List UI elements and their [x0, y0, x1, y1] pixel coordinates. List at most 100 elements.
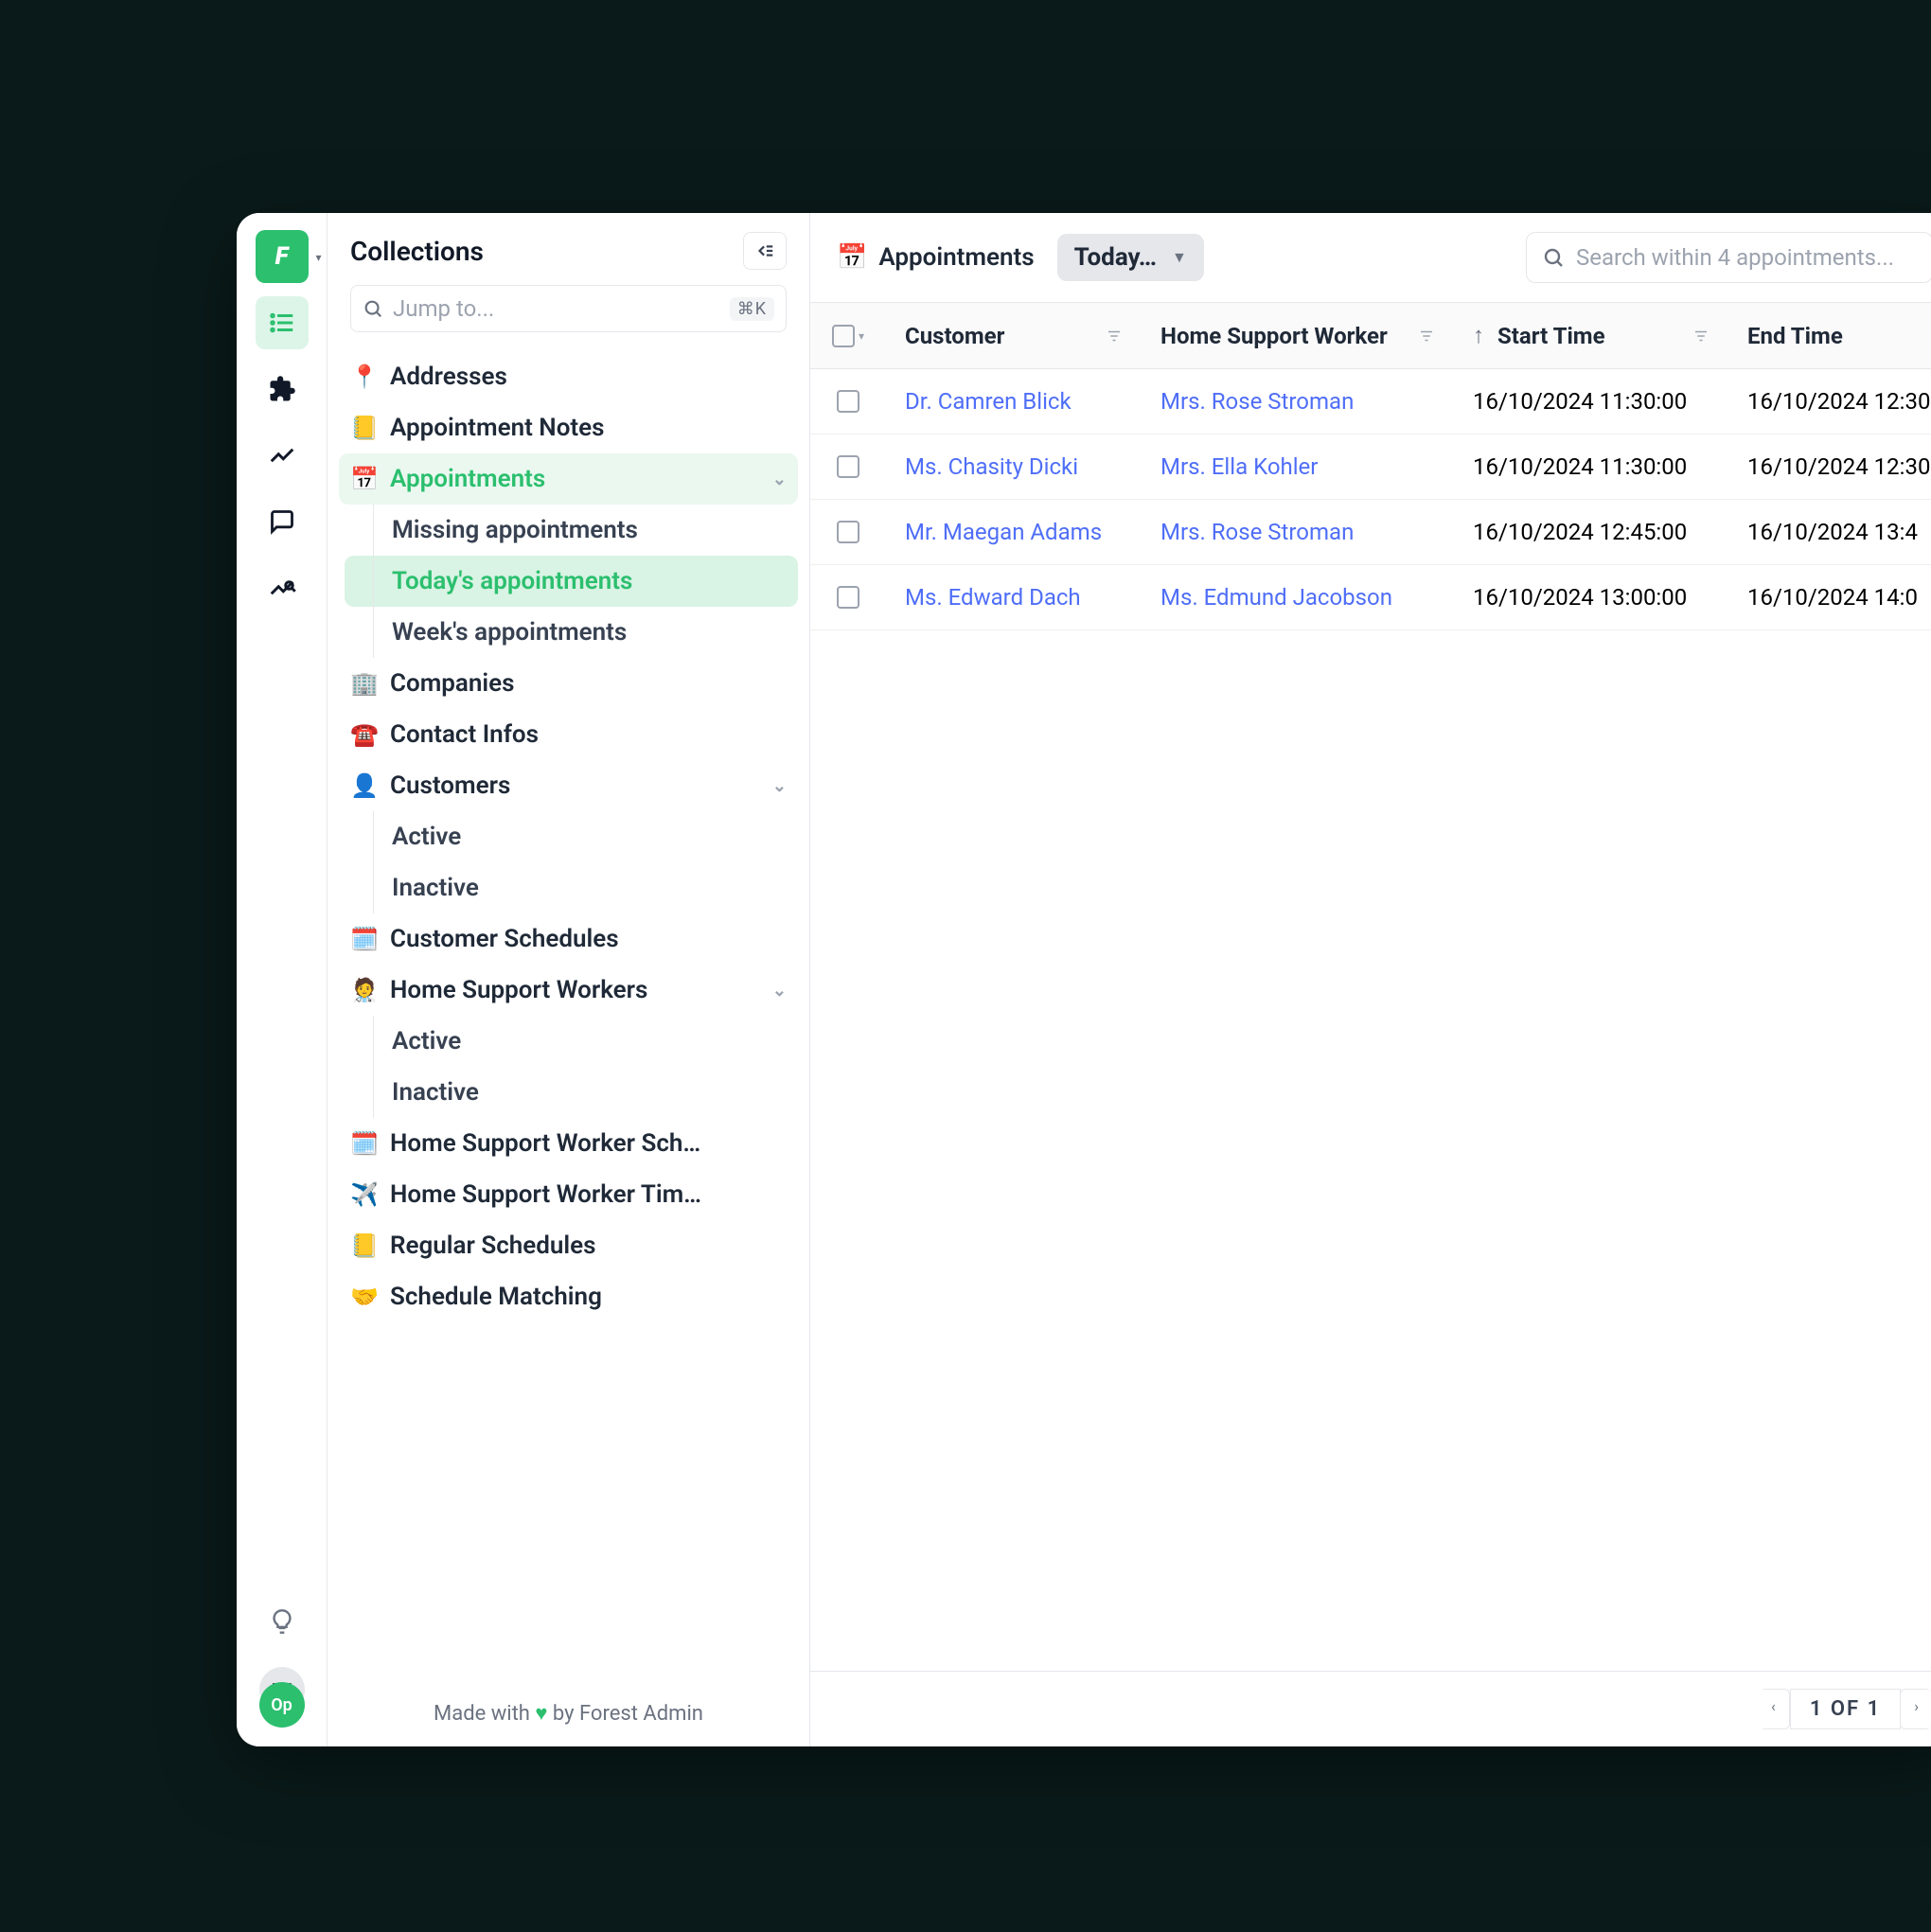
pager-prev-button[interactable]: ‹ [1758, 1689, 1790, 1729]
rail-plugins-icon[interactable] [256, 363, 309, 416]
chevron-down-icon: ⌄ [772, 776, 787, 796]
breadcrumb[interactable]: 📅 Appointments [837, 243, 1035, 272]
cell-start: 16/10/2024 11:30:00 [1454, 369, 1728, 434]
search-input[interactable]: Search within 4 appointments... [1526, 232, 1931, 283]
row-checkbox[interactable] [810, 371, 886, 432]
sidebar-item-label: Addresses [390, 363, 507, 391]
filter-icon[interactable] [1106, 328, 1123, 345]
filter-icon[interactable] [1418, 328, 1435, 345]
row-checkbox[interactable] [810, 502, 886, 562]
column-header-worker[interactable]: Home Support Worker [1142, 304, 1454, 368]
table-row[interactable]: Dr. Camren BlickMrs. Rose Stroman16/10/2… [810, 369, 1931, 434]
sidebar-child-item[interactable]: Active [345, 1016, 798, 1067]
sidebar-item-label: Schedule Matching [390, 1283, 602, 1311]
collection-icon: 🧑‍⚕️ [350, 977, 377, 1003]
rail-activity-icon[interactable] [256, 429, 309, 482]
pagination: ‹ 1 OF 1 › [810, 1671, 1931, 1746]
filter-icon[interactable] [1692, 328, 1710, 345]
row-checkbox[interactable] [810, 567, 886, 628]
table-row[interactable]: Ms. Chasity DickiMrs. Ella Kohler16/10/2… [810, 434, 1931, 500]
sidebar-child-item[interactable]: Inactive [345, 862, 798, 913]
chevron-down-icon: ⌄ [772, 981, 787, 1001]
sidebar-item-label: Regular Schedules [390, 1232, 596, 1260]
cell-worker[interactable]: Ms. Edmund Jacobson [1142, 565, 1454, 629]
cell-customer[interactable]: Dr. Camren Blick [886, 369, 1142, 434]
sidebar-child-item[interactable]: Today's appointments [345, 556, 798, 607]
column-header-start[interactable]: ↑ Start Time [1454, 303, 1728, 368]
cell-start: 16/10/2024 13:00:00 [1454, 565, 1728, 629]
table-row[interactable]: Mr. Maegan AdamsMrs. Rose Stroman16/10/2… [810, 500, 1931, 565]
sort-asc-icon: ↑ [1473, 322, 1484, 349]
pager-next-button[interactable]: › [1900, 1689, 1931, 1729]
sidebar-item[interactable]: 🏢Companies [339, 658, 798, 709]
logo-dropdown-caret[interactable]: ▾ [315, 251, 321, 264]
column-header-end[interactable]: End Time [1728, 304, 1931, 368]
rail-help-icon[interactable] [256, 1595, 309, 1648]
sidebar-item-label: Home Support Workers [390, 976, 647, 1004]
cell-worker[interactable]: Mrs. Ella Kohler [1142, 434, 1454, 499]
rail-analytics-icon[interactable] [256, 561, 309, 614]
search-placeholder: Search within 4 appointments... [1576, 244, 1894, 271]
sidebar-item[interactable]: 📒Regular Schedules [339, 1220, 798, 1271]
collection-icon: ☎️ [350, 721, 377, 748]
jump-to-shortcut: ⌘K [730, 297, 774, 321]
collection-tree: 📍 Addresses 📒Appointment Notes📅Appointment… [328, 346, 809, 1679]
jump-to-placeholder: Jump to... [393, 295, 720, 322]
chevron-down-icon[interactable]: ▾ [859, 329, 864, 343]
main-panel: 📅 Appointments Today… ▼ Search within 4 … [810, 213, 1931, 1746]
collection-icon: 🤝 [350, 1284, 377, 1310]
sidebar-child-item[interactable]: Missing appointments [345, 505, 798, 556]
select-all-checkbox[interactable]: ▾ [810, 306, 886, 366]
jump-to-input[interactable]: Jump to... ⌘K [350, 285, 787, 332]
cell-start: 16/10/2024 11:30:00 [1454, 434, 1728, 499]
cell-customer[interactable]: Mr. Maegan Adams [886, 500, 1142, 564]
search-icon [1542, 246, 1565, 269]
sidebar-item[interactable]: 🗓️ Customer Schedules [339, 913, 798, 965]
search-icon [363, 298, 383, 319]
table-row[interactable]: Ms. Edward DachMs. Edmund Jacobson16/10/… [810, 565, 1931, 630]
sidebar-item[interactable]: 👤Customers⌄ [339, 760, 798, 811]
cell-worker[interactable]: Mrs. Rose Stroman [1142, 369, 1454, 434]
sidebar-item[interactable]: 📒Appointment Notes [339, 402, 798, 453]
row-checkbox[interactable] [810, 436, 886, 497]
collection-icon: 📍 [350, 363, 377, 390]
sidebar-item[interactable]: 🧑‍⚕️ Home Support Workers ⌄ [339, 965, 798, 1016]
sidebar-item[interactable]: 🤝 Schedule Matching [339, 1271, 798, 1322]
sidebar-collapse-button[interactable] [743, 232, 787, 270]
breadcrumb-label: Appointments [878, 243, 1034, 272]
segment-label: Today… [1074, 243, 1157, 272]
sidebar-item-label: Home Support Worker Tim… [390, 1180, 701, 1209]
sidebar-title: Collections [350, 236, 484, 267]
avatar-primary: Op [259, 1682, 305, 1728]
cell-customer[interactable]: Ms. Chasity Dicki [886, 434, 1142, 499]
nav-rail: F ▾ EK Op [237, 213, 328, 1746]
table-header: ▾ Customer Home Support Worker ↑ Start T… [810, 303, 1931, 369]
sidebar-item[interactable]: 📍 Addresses [339, 351, 798, 402]
app-logo[interactable]: F [256, 230, 309, 283]
sidebar-item[interactable]: 📅Appointments⌄ [339, 453, 798, 505]
sidebar-child-item[interactable]: Active [345, 811, 798, 862]
sidebar-child-item[interactable]: Week's appointments [345, 607, 798, 658]
sidebar-item-label: Customer Schedules [390, 925, 619, 953]
sidebar-item[interactable]: 🗓️Home Support Worker Sch… [339, 1118, 798, 1169]
collection-icon: 🗓️ [350, 926, 377, 952]
cell-worker[interactable]: Mrs. Rose Stroman [1142, 500, 1454, 564]
chevron-down-icon: ▼ [1172, 248, 1187, 267]
cell-customer[interactable]: Ms. Edward Dach [886, 565, 1142, 629]
cell-end: 16/10/2024 12:30 [1728, 369, 1931, 434]
pager-info: 1 OF 1 [1790, 1689, 1901, 1729]
column-header-customer[interactable]: Customer [886, 304, 1142, 368]
sidebar-child-item[interactable]: Inactive [345, 1067, 798, 1118]
cell-end: 16/10/2024 12:30 [1728, 434, 1931, 499]
sidebar-item-label: Contact Infos [390, 720, 539, 749]
user-avatar-stack[interactable]: EK Op [256, 1667, 309, 1728]
segment-dropdown[interactable]: Today… ▼ [1057, 234, 1204, 281]
rail-collections-icon[interactable] [256, 296, 309, 349]
sidebar-item-label: Customers [390, 771, 510, 800]
sidebar-item[interactable]: ✈️Home Support Worker Tim… [339, 1169, 798, 1220]
collection-icon: 📒 [350, 415, 377, 441]
cell-start: 16/10/2024 12:45:00 [1454, 500, 1728, 564]
sidebar-item[interactable]: ☎️ Contact Infos [339, 709, 798, 760]
table-body: Dr. Camren BlickMrs. Rose Stroman16/10/2… [810, 369, 1931, 630]
rail-chat-icon[interactable] [256, 495, 309, 548]
